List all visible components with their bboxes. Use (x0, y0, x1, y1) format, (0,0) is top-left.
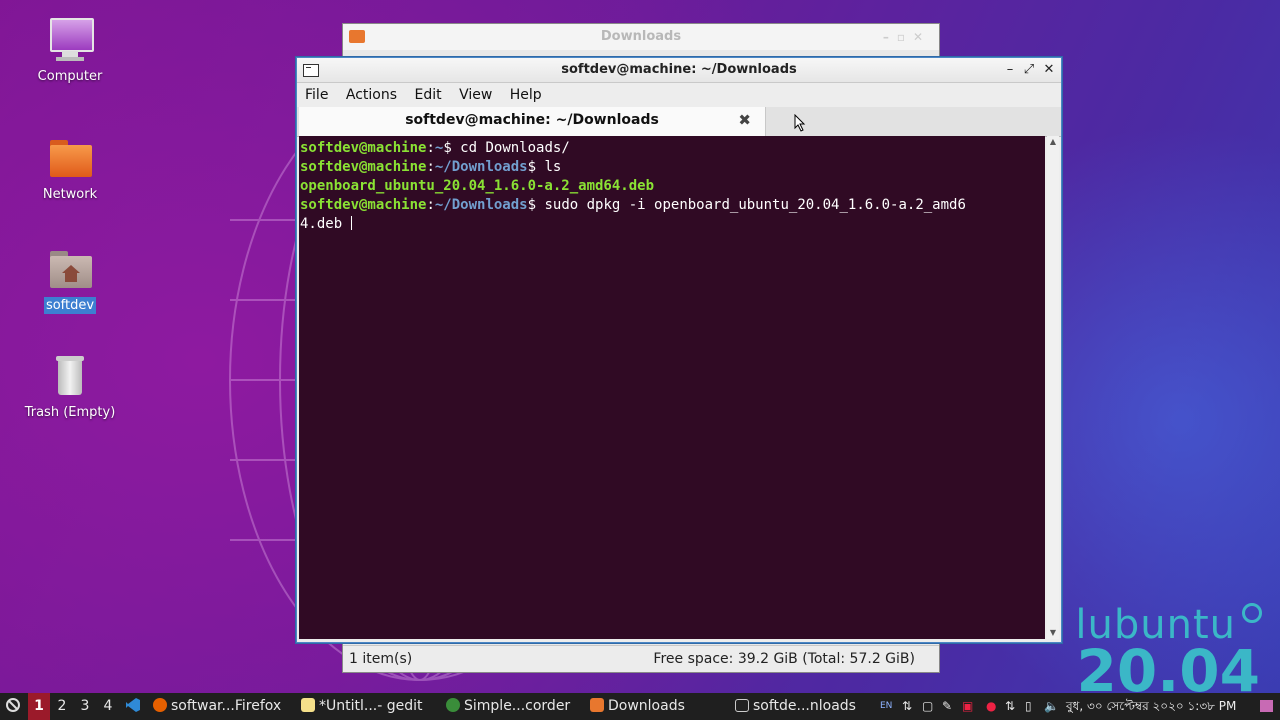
menu-help[interactable]: Help (510, 87, 542, 103)
keyboard-layout-indicator[interactable]: EN (880, 693, 892, 720)
terminal-line: softdev@machine:~/Downloads$ ls (300, 159, 562, 175)
taskbar: 1 2 3 4 softwar...Firefox *Untitl...- ge… (0, 693, 1280, 720)
battery-icon[interactable]: ▯ (1025, 693, 1032, 720)
prompt-path: ~/Downloads (434, 197, 528, 213)
scroll-up-icon[interactable]: ▲ (1047, 136, 1059, 148)
command-text: sudo dpkg -i openboard_ubuntu_20.04_1.6.… (536, 197, 966, 213)
lubuntu-logo: lubuntu 20.04 (1075, 603, 1262, 705)
volume-icon[interactable]: 🔈 (1044, 693, 1059, 720)
file-manager-titlebar[interactable]: Downloads –▫✕ (343, 24, 939, 50)
terminal-titlebar[interactable]: softdev@machine: ~/Downloads – ⤢ ✕ (297, 58, 1061, 83)
desktop-icon-home[interactable]: softdev (15, 247, 125, 314)
update-icon[interactable]: ⇅ (1005, 693, 1015, 720)
command-text: cd Downloads/ (451, 140, 570, 156)
terminal-icon (735, 699, 749, 712)
clipboard-icon[interactable]: ▢ (922, 693, 933, 720)
recorder-icon (446, 698, 460, 712)
app-label: Downloads (608, 698, 685, 714)
computer-icon (48, 18, 94, 64)
item-count: 1 item(s) (349, 651, 413, 667)
maximize-button[interactable]: ⤢ (1020, 58, 1038, 82)
start-menu-icon[interactable] (4, 693, 22, 720)
terminal-window[interactable]: softdev@machine: ~/Downloads – ⤢ ✕ File … (296, 57, 1062, 643)
workspace-3[interactable]: 3 (74, 693, 96, 720)
command-output: openboard_ubuntu_20.04_1.6.0-a.2_amd64.d… (300, 178, 655, 194)
app-label: *Untitl...- gedit (319, 698, 423, 714)
trash-icon (48, 354, 92, 400)
desktop-icon-label: Network (42, 187, 98, 202)
workspace-1[interactable]: 1 (28, 693, 50, 720)
menu-edit[interactable]: Edit (414, 87, 441, 103)
desktop-icon-network[interactable]: Network (15, 136, 125, 203)
menu-actions[interactable]: Actions (346, 87, 397, 103)
vscode-launcher-icon[interactable] (125, 693, 141, 720)
terminal-output[interactable]: softdev@machine:~$ cd Downloads/ softdev… (299, 136, 1045, 639)
folder-icon (349, 30, 365, 43)
taskbar-app-gedit[interactable]: *Untitl...- gedit (301, 693, 423, 720)
taskbar-app-downloads[interactable]: Downloads (590, 693, 685, 720)
firefox-icon (153, 698, 167, 712)
desktop-icon-computer[interactable]: Computer (15, 18, 125, 85)
network-folder-icon (48, 136, 92, 182)
menu-file[interactable]: File (305, 87, 328, 103)
command-text: ls (536, 159, 562, 175)
notes-icon[interactable]: ✎ (942, 693, 952, 720)
logo-version: 20.04 (1076, 637, 1260, 705)
file-manager-title: Downloads (600, 29, 682, 44)
folder-icon (590, 698, 604, 712)
app-label: Simple...corder (464, 698, 571, 714)
lubuntu-swirl-icon (1242, 603, 1262, 623)
desktop-icon-label: Trash (Empty) (24, 405, 116, 420)
menu-bar: File Actions Edit View Help (297, 83, 1061, 107)
terminal-scrollbar[interactable]: ▲ ▼ (1047, 136, 1059, 639)
text-cursor (350, 216, 352, 230)
taskbar-app-firefox[interactable]: softwar...Firefox (153, 693, 281, 720)
command-continuation: 4.deb (300, 216, 351, 232)
minimize-button[interactable]: – (1001, 58, 1019, 82)
app-label: softwar...Firefox (171, 698, 282, 714)
desktop-icon-trash[interactable]: Trash (Empty) (15, 354, 125, 421)
prompt-symbol: $ (527, 159, 537, 175)
prompt-user: softdev@machine (300, 197, 427, 213)
network-updown-icon[interactable]: ⇅ (902, 693, 912, 720)
prompt-user: softdev@machine (300, 140, 427, 156)
close-button[interactable]: ✕ (1040, 58, 1058, 82)
desktop-icon-label: Computer (37, 69, 103, 84)
desktop-icon-label: softdev (43, 297, 97, 314)
prompt-path: ~/Downloads (434, 159, 528, 175)
home-folder-icon (48, 247, 92, 293)
terminal-line: softdev@machine:~/Downloads$ sudo dpkg -… (300, 197, 966, 213)
free-space: Free space: 39.2 GiB (Total: 57.2 GiB) (653, 651, 915, 667)
tab-close-icon[interactable]: ✖ (738, 107, 751, 134)
tab-bar: softdev@machine: ~/Downloads ✖ (297, 107, 1061, 137)
scroll-down-icon[interactable]: ▼ (1047, 627, 1059, 639)
app-label: softde...nloads (753, 698, 856, 714)
tab-title: softdev@machine: ~/Downloads (405, 112, 659, 128)
file-manager-statusbar: 1 item(s) Free space: 39.2 GiB (Total: 5… (343, 645, 939, 672)
window-title: softdev@machine: ~/Downloads (561, 62, 797, 77)
terminal-tab[interactable]: softdev@machine: ~/Downloads ✖ (299, 107, 766, 136)
show-desktop-icon[interactable] (1260, 693, 1274, 720)
window-controls[interactable]: –▫✕ (883, 24, 931, 50)
prompt-symbol: $ (443, 140, 452, 156)
taskbar-app-recorder[interactable]: Simple...corder (446, 693, 570, 720)
menu-view[interactable]: View (459, 87, 492, 103)
workspace-2[interactable]: 2 (51, 693, 73, 720)
screenshot-icon[interactable]: ▣ (962, 693, 973, 720)
clock[interactable]: বুধ, ৩০ সেপ্টেম্বর ২০২০ ১:৩৮ PM (1066, 693, 1236, 720)
prompt-symbol: $ (527, 197, 537, 213)
record-icon[interactable]: ● (986, 693, 996, 720)
prompt-user: softdev@machine (300, 159, 427, 175)
workspace-4[interactable]: 4 (97, 693, 119, 720)
gedit-icon (301, 698, 315, 712)
taskbar-app-terminal[interactable]: softde...nloads (735, 693, 856, 720)
mouse-cursor-icon (794, 114, 806, 132)
terminal-line: softdev@machine:~$ cd Downloads/ (300, 140, 570, 156)
